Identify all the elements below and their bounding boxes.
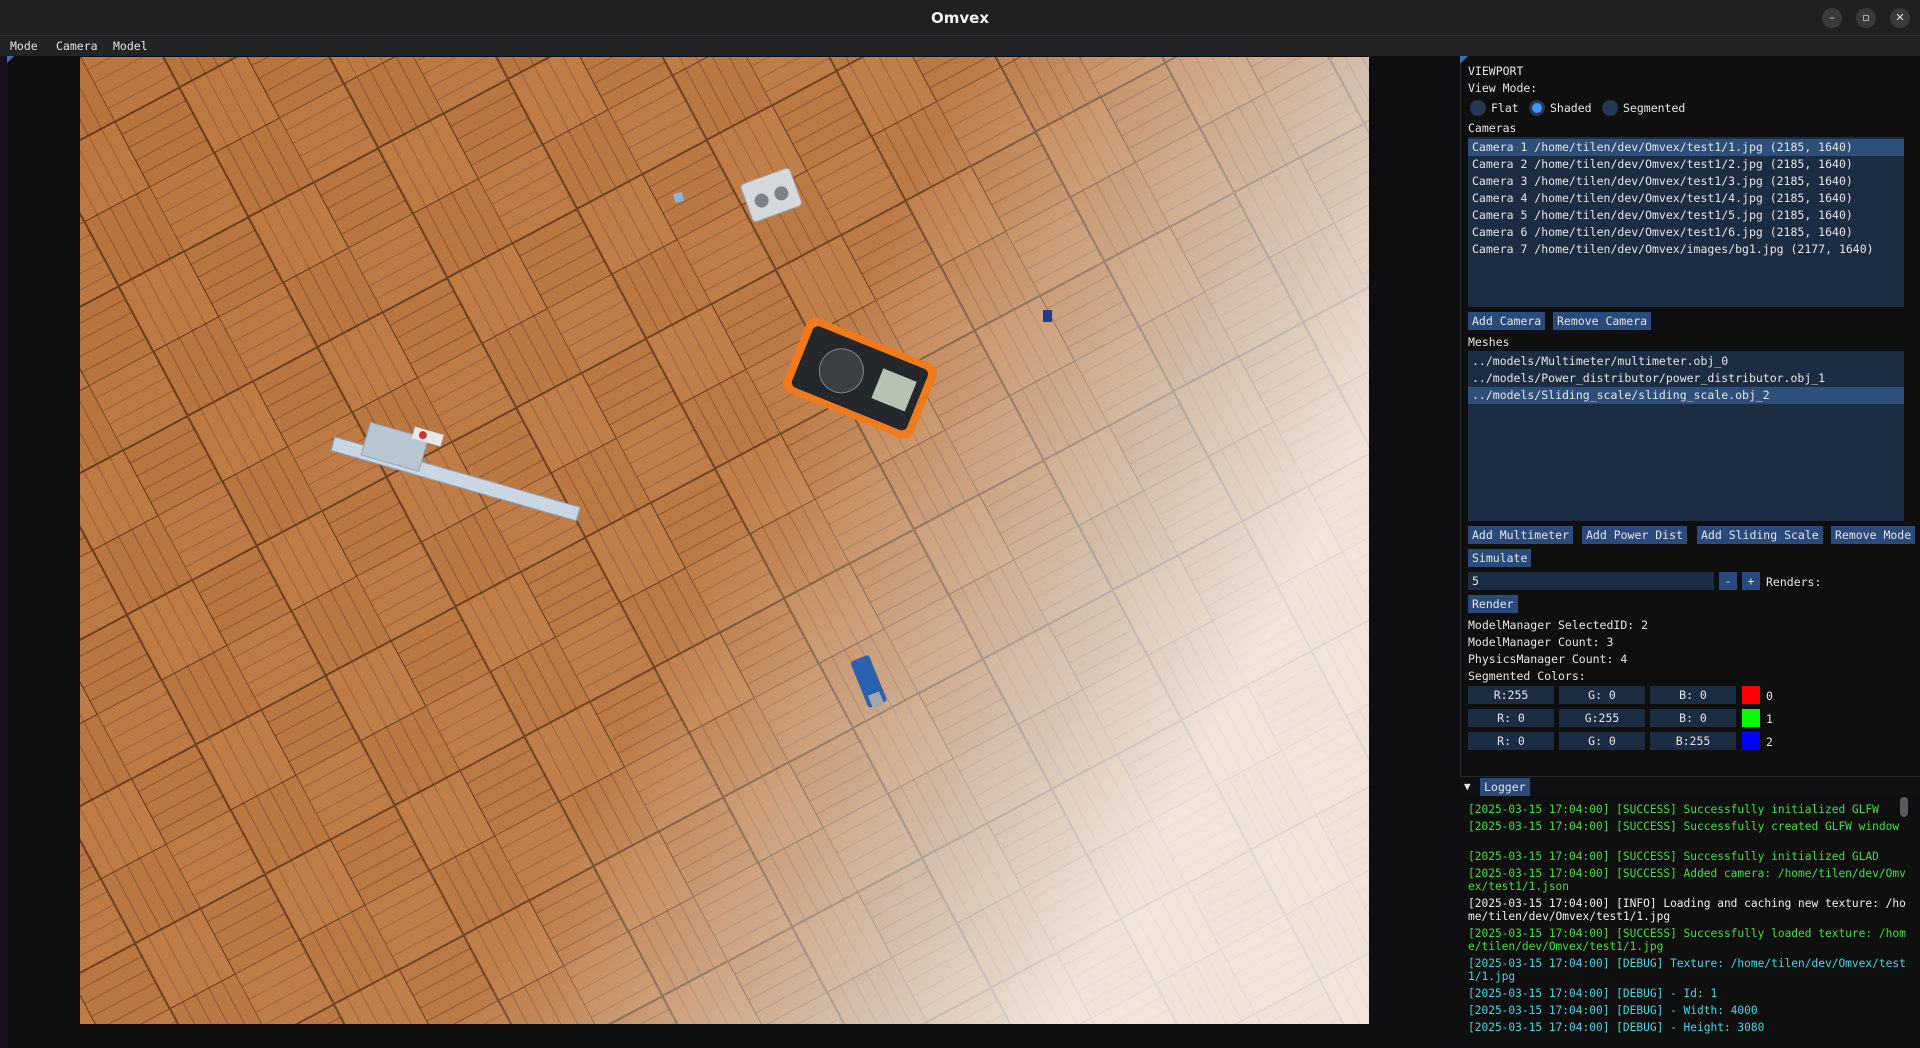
logger-scrollbar[interactable] (1900, 797, 1908, 817)
radio-flat-label: Flat (1491, 101, 1519, 115)
log-line: [2025-03-15 17:04:00] [SUCCESS] Successf… (1468, 927, 1906, 953)
scene-viewport[interactable] (80, 57, 1369, 1024)
blue-channel-field[interactable]: B: 0 (1650, 686, 1736, 704)
red-channel-field[interactable]: R: 0 (1468, 709, 1554, 727)
mesh-item[interactable]: ../models/Multimeter/multimeter.obj_0 (1468, 353, 1904, 370)
title-bar: Omvex – ▫ ✕ (0, 0, 1920, 36)
log-line: [2025-03-15 17:04:00] [DEBUG] Texture: /… (1468, 957, 1906, 983)
meshes-list: ../models/Multimeter/multimeter.obj_0 ..… (1468, 351, 1904, 521)
camera-item[interactable]: Camera 2 /home/tilen/dev/Omvex/test1/2.j… (1468, 156, 1904, 173)
blue-channel-field[interactable]: B: 0 (1650, 709, 1736, 727)
model-count-text: ModelManager Count: 3 (1468, 635, 1614, 649)
red-channel-field[interactable]: R: 0 (1468, 732, 1554, 750)
selected-id-text: ModelManager SelectedID: 2 (1468, 618, 1649, 632)
camera-item[interactable]: Camera 4 /home/tilen/dev/Omvex/test1/4.j… (1468, 190, 1904, 207)
minimize-icon[interactable]: – (1822, 8, 1842, 28)
add-camera-button[interactable]: Add Camera (1468, 312, 1546, 330)
blue-channel-field[interactable]: B:255 (1650, 732, 1736, 750)
log-line: [2025-03-15 17:04:00] [DEBUG] - Height: … (1468, 1021, 1765, 1034)
logger-panel: [2025-03-15 17:04:00] [SUCCESS] Successf… (1460, 796, 1920, 1048)
color-index: 2 (1766, 735, 1773, 749)
radio-segmented[interactable] (1602, 100, 1618, 116)
add-multimeter-button[interactable]: Add Multimeter (1468, 526, 1573, 544)
log-line: [2025-03-15 17:04:00] [SUCCESS] Successf… (1468, 820, 1900, 833)
add-power-dist-button[interactable]: Add Power Dist (1582, 526, 1687, 544)
collapse-arrow-icon[interactable]: ▼ (1464, 780, 1471, 793)
decrement-button[interactable]: - (1719, 572, 1737, 590)
camera-item[interactable]: Camera 1 /home/tilen/dev/Omvex/test1/1.j… (1468, 139, 1904, 156)
red-channel-field[interactable]: R:255 (1468, 686, 1554, 704)
camera-item[interactable]: Camera 3 /home/tilen/dev/Omvex/test1/3.j… (1468, 173, 1904, 190)
scene-render (80, 57, 1369, 1024)
log-line: [2025-03-15 17:04:00] [DEBUG] - Id: 1 (1468, 987, 1718, 1000)
renders-input[interactable]: 5 (1468, 572, 1714, 590)
panel-resize-grip-icon[interactable] (1460, 56, 1468, 64)
meshes-label: Meshes (1468, 335, 1510, 349)
menu-model[interactable]: Model (113, 36, 148, 56)
menu-mode[interactable]: Mode (10, 36, 38, 56)
log-line: [2025-03-15 17:04:00] [SUCCESS] Successf… (1468, 803, 1879, 816)
mesh-item[interactable]: ../models/Power_distributor/power_distri… (1468, 370, 1904, 387)
simulate-button[interactable]: Simulate (1468, 549, 1532, 567)
radio-segmented-label: Segmented (1623, 101, 1686, 115)
radio-shaded[interactable] (1529, 100, 1545, 116)
renders-label: Renders: (1766, 575, 1822, 589)
increment-button[interactable]: + (1742, 572, 1760, 590)
camera-item[interactable]: Camera 7 /home/tilen/dev/Omvex/images/bg… (1468, 241, 1904, 258)
camera-item[interactable]: Camera 6 /home/tilen/dev/Omvex/test1/6.j… (1468, 224, 1904, 241)
remove-model-button[interactable]: Remove Mode (1831, 526, 1915, 544)
close-icon[interactable]: ✕ (1890, 8, 1910, 28)
radio-shaded-label: Shaded (1550, 101, 1592, 115)
menu-bar: Mode Camera Model (0, 36, 1920, 56)
log-line: [2025-03-15 17:04:00] [INFO] Loading and… (1468, 897, 1906, 923)
maximize-icon[interactable]: ▫ (1856, 8, 1876, 28)
camera-item[interactable]: Camera 5 /home/tilen/dev/Omvex/test1/5.j… (1468, 207, 1904, 224)
color-swatch[interactable] (1742, 709, 1760, 727)
green-channel-field[interactable]: G: 0 (1559, 686, 1645, 704)
color-index: 1 (1766, 712, 1773, 726)
menu-camera[interactable]: Camera (56, 36, 98, 56)
log-line: [2025-03-15 17:04:00] [SUCCESS] Added ca… (1468, 867, 1906, 893)
color-swatch[interactable] (1742, 686, 1760, 704)
green-channel-field[interactable]: G:255 (1559, 709, 1645, 727)
physics-count-text: PhysicsManager Count: 4 (1468, 652, 1628, 666)
color-swatch[interactable] (1742, 732, 1760, 750)
remove-camera-button[interactable]: Remove Camera (1553, 312, 1652, 330)
radio-flat[interactable] (1470, 100, 1486, 116)
mesh-item[interactable]: ../models/Sliding_scale/sliding_scale.ob… (1468, 387, 1904, 404)
panel-title: VIEWPORT (1468, 64, 1524, 78)
green-channel-field[interactable]: G: 0 (1559, 732, 1645, 750)
segmented-colors-label: Segmented Colors: (1468, 669, 1586, 683)
cameras-list: Camera 1 /home/tilen/dev/Omvex/test1/1.j… (1468, 137, 1904, 307)
logger-tab[interactable]: Logger (1480, 778, 1530, 796)
add-sliding-scale-button[interactable]: Add Sliding Scale (1697, 526, 1823, 544)
log-line: [2025-03-15 17:04:00] [SUCCESS] Successf… (1468, 850, 1879, 863)
color-index: 0 (1766, 689, 1773, 703)
log-line: [2025-03-15 17:04:00] [DEBUG] - Width: 4… (1468, 1004, 1758, 1017)
render-button[interactable]: Render (1468, 595, 1518, 613)
window-title: Omvex (930, 9, 989, 27)
view-mode-label: View Mode: (1468, 81, 1538, 95)
logger-header: ▼ Logger (1460, 776, 1920, 796)
resize-grip-icon[interactable] (7, 56, 14, 63)
cameras-label: Cameras (1468, 121, 1517, 135)
